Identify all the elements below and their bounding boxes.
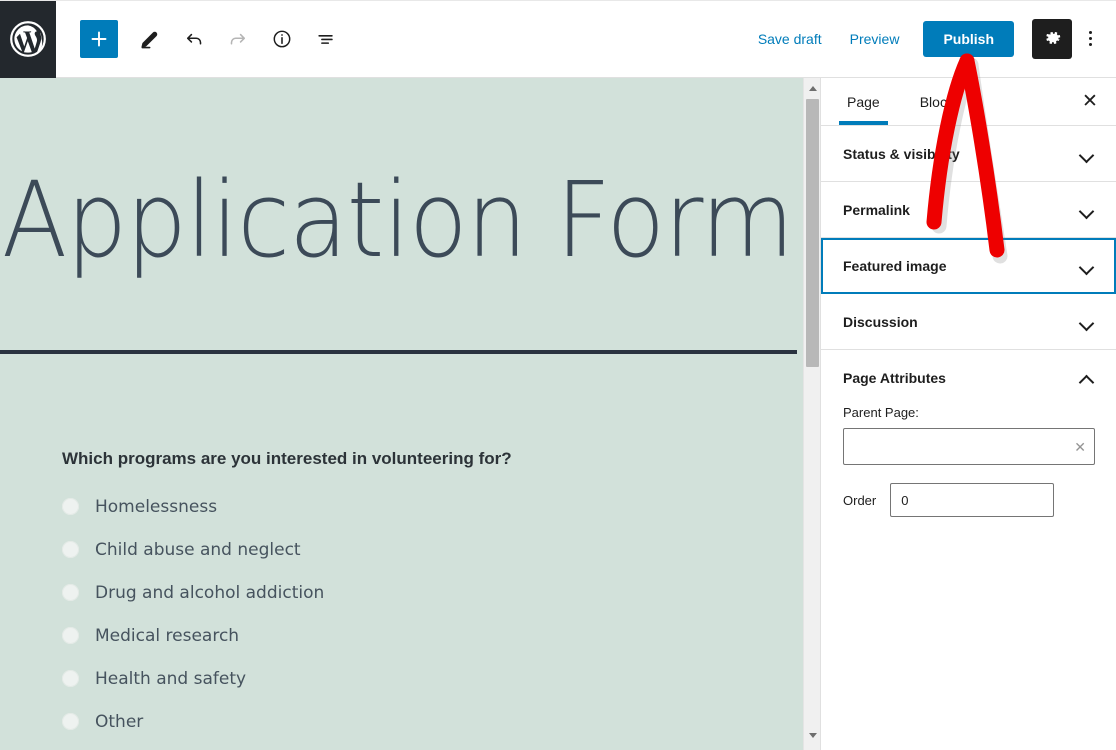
panel-title: Discussion — [843, 314, 918, 330]
title-divider-rule — [0, 350, 797, 354]
list-item[interactable]: Child abuse and neglect — [62, 528, 803, 571]
list-item[interactable]: Health and safety — [62, 657, 803, 700]
panel-permalink[interactable]: Permalink — [821, 182, 1116, 238]
clear-x-icon[interactable]: ✕ — [1074, 440, 1086, 454]
undo-arrow-icon — [183, 28, 205, 50]
chevron-down-icon — [1080, 149, 1094, 158]
panel-page-attributes[interactable]: Page Attributes — [821, 350, 1116, 405]
sidebar-tablist: Page Block ✕ — [821, 78, 1116, 126]
panel-title: Status & visibility — [843, 146, 960, 162]
wordpress-editor-window: Save draft Preview Publish Application F… — [0, 0, 1116, 750]
radio-button-icon[interactable] — [62, 541, 79, 558]
panel-title: Permalink — [843, 202, 910, 218]
save-draft-button[interactable]: Save draft — [744, 23, 836, 55]
panel-permalink-toggle[interactable]: Permalink — [843, 182, 1094, 237]
option-label: Homelessness — [95, 497, 217, 517]
publish-button[interactable]: Publish — [923, 21, 1014, 57]
tools-button[interactable] — [130, 19, 170, 59]
option-label: Drug and alcohol addiction — [95, 583, 324, 603]
panel-status-and-visibility-toggle[interactable]: Status & visibility — [843, 126, 1094, 181]
panel-status-and-visibility[interactable]: Status & visibility — [821, 126, 1116, 182]
chevron-down-icon — [1080, 317, 1094, 326]
option-label: Other — [95, 712, 143, 732]
option-label: Health and safety — [95, 669, 246, 689]
option-label: Child abuse and neglect — [95, 540, 301, 560]
pencil-icon — [139, 28, 161, 50]
editor-toolbar: Save draft Preview Publish — [0, 0, 1116, 78]
order-input[interactable] — [890, 483, 1054, 517]
radio-button-icon[interactable] — [62, 670, 79, 687]
toolbar-left-group — [56, 19, 346, 59]
preview-button[interactable]: Preview — [836, 23, 914, 55]
three-dots-vertical-icon — [1089, 31, 1092, 46]
form-options-list: Homelessness Child abuse and neglect Dru… — [0, 485, 803, 743]
tab-page[interactable]: Page — [839, 80, 888, 124]
radio-button-icon[interactable] — [62, 584, 79, 601]
radio-button-icon[interactable] — [62, 713, 79, 730]
list-item[interactable]: Other — [62, 700, 803, 743]
panel-page-attributes-toggle[interactable]: Page Attributes — [843, 350, 1094, 405]
wordpress-logo-icon[interactable] — [0, 0, 56, 78]
add-block-button[interactable] — [80, 20, 118, 58]
chevron-down-icon — [1080, 205, 1094, 214]
panel-featured-image[interactable]: Featured image — [821, 238, 1116, 294]
parent-page-field-wrapper: ✕ — [843, 428, 1095, 465]
form-question-label: Which programs are you interested in vol… — [0, 449, 803, 469]
more-options-button[interactable] — [1072, 19, 1108, 59]
list-view-icon — [315, 28, 337, 50]
panel-discussion-toggle[interactable]: Discussion — [843, 294, 1094, 349]
scroll-down-arrow-icon[interactable] — [804, 727, 821, 744]
gear-icon — [1042, 28, 1063, 49]
page-title[interactable]: Application Form — [0, 78, 739, 272]
undo-button[interactable] — [174, 19, 214, 59]
page-attributes-body: Parent Page: ✕ Order — [821, 405, 1116, 535]
radio-button-icon[interactable] — [62, 627, 79, 644]
chevron-up-icon — [1080, 373, 1094, 382]
settings-button[interactable] — [1032, 19, 1072, 59]
toolbar-right-group: Save draft Preview Publish — [744, 19, 1116, 59]
details-button[interactable] — [262, 19, 302, 59]
list-item[interactable]: Medical research — [62, 614, 803, 657]
scrollbar-thumb[interactable] — [806, 99, 819, 367]
plus-icon — [89, 29, 109, 49]
redo-arrow-icon — [227, 28, 249, 50]
list-view-button[interactable] — [306, 19, 346, 59]
editor-canvas-area: Application Form Which programs are you … — [0, 78, 820, 750]
tab-block[interactable]: Block — [912, 80, 962, 124]
close-sidebar-button[interactable]: ✕ — [1072, 84, 1108, 120]
panel-featured-image-toggle[interactable]: Featured image — [843, 238, 1094, 293]
order-field-row: Order — [843, 483, 1094, 517]
settings-sidebar: Page Block ✕ Status & visibility Permali… — [820, 78, 1116, 750]
info-circle-icon — [271, 28, 293, 50]
scroll-up-arrow-icon[interactable] — [804, 80, 821, 97]
parent-page-input[interactable] — [844, 429, 1094, 464]
panel-discussion[interactable]: Discussion — [821, 294, 1116, 350]
radio-button-icon[interactable] — [62, 498, 79, 515]
parent-page-label: Parent Page: — [843, 405, 1094, 420]
page-content[interactable]: Application Form Which programs are you … — [0, 78, 803, 750]
chevron-down-icon — [1080, 261, 1094, 270]
list-item[interactable]: Drug and alcohol addiction — [62, 571, 803, 614]
toolbar-top-divider — [0, 0, 1116, 1]
panel-title: Featured image — [843, 258, 946, 274]
list-item[interactable]: Homelessness — [62, 485, 803, 528]
order-label: Order — [843, 493, 876, 508]
panel-title: Page Attributes — [843, 370, 946, 386]
redo-button[interactable] — [218, 19, 258, 59]
editor-vertical-scrollbar[interactable] — [803, 78, 820, 750]
option-label: Medical research — [95, 626, 239, 646]
